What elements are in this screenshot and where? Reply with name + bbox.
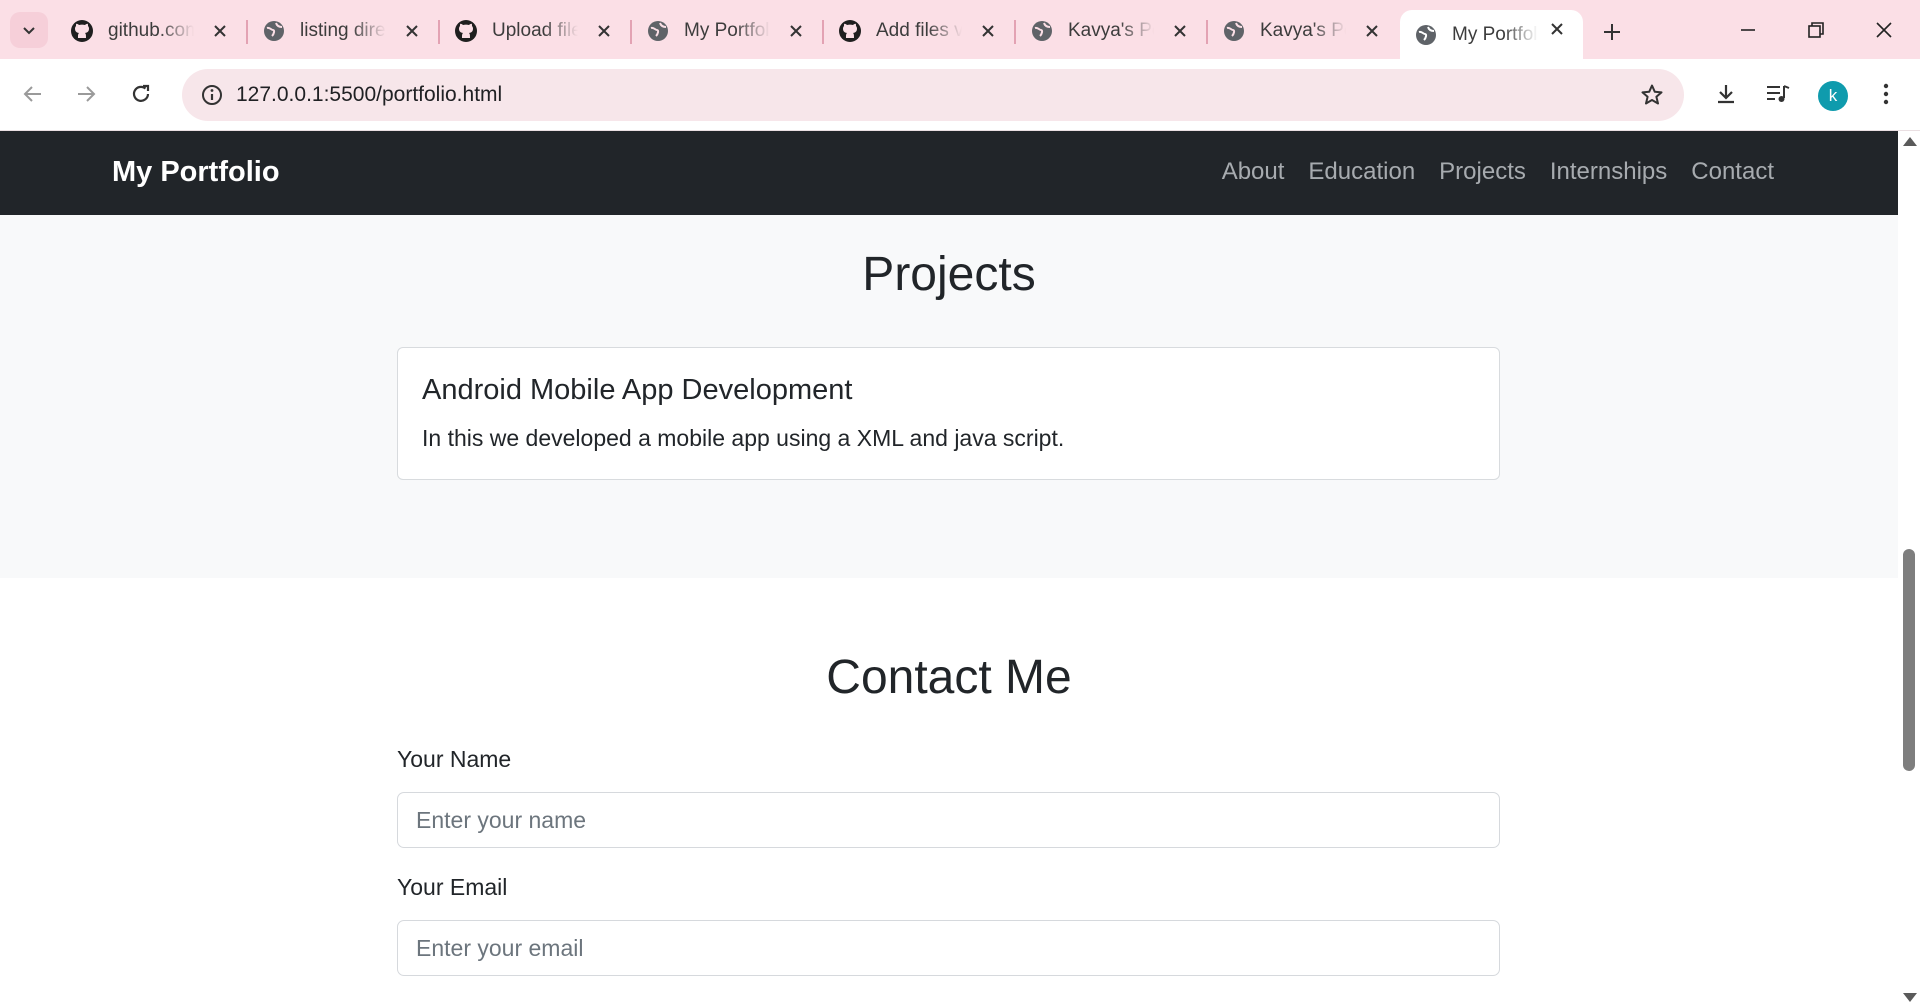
profile-avatar[interactable]: k [1818,81,1848,111]
contact-section: Contact Me Your Name Your Email [0,578,1898,1008]
close-icon[interactable] [786,21,806,41]
tab-7-active[interactable]: My Portfolio [1400,10,1583,59]
close-icon[interactable] [210,21,230,41]
tab-title: My Portfolio [1452,23,1538,45]
nav-link-projects[interactable]: Projects [1439,158,1526,186]
media-queue-icon [1767,85,1790,102]
kebab-menu-icon [1883,83,1889,105]
scrollbar-thumb[interactable] [1903,549,1915,771]
scroll-down-arrow-icon[interactable] [1903,993,1917,1002]
download-icon [1718,85,1734,104]
tab-title: listing directory [300,20,386,41]
tab-5[interactable]: Kavya's Portfolio [1016,12,1206,50]
tab-1[interactable]: listing directory [248,12,438,50]
back-button[interactable] [11,72,55,116]
site-info-icon[interactable] [194,77,230,113]
downloads-button[interactable] [1704,72,1748,116]
globe-icon [646,19,670,43]
name-label: Your Name [397,746,512,772]
tab-3[interactable]: My Portfolio [632,12,822,50]
tab-strip: github.com listing directory Upload file… [0,0,1920,59]
restore-icon [1808,21,1824,38]
globe-icon [1222,19,1246,43]
page-viewport: My Portfolio About Education Projects In… [0,131,1898,1008]
nav-links: About Education Projects Internships Con… [1222,158,1774,186]
scroll-up-arrow-icon[interactable] [1903,137,1917,146]
arrow-right-icon [78,86,96,102]
close-icon[interactable] [402,21,422,41]
reload-button[interactable] [119,72,163,116]
close-icon [1876,21,1892,38]
site-brand[interactable]: My Portfolio [112,156,280,189]
nav-link-contact[interactable]: Contact [1691,158,1774,186]
nav-link-about[interactable]: About [1222,158,1285,186]
close-icon[interactable] [594,21,614,41]
globe-icon [1414,23,1438,47]
tab-2[interactable]: Upload files [440,12,630,50]
github-icon [454,19,478,43]
tab-title: github.com [108,20,194,41]
close-window-button[interactable] [1850,0,1918,59]
restore-button[interactable] [1782,0,1850,59]
close-icon[interactable] [978,21,998,41]
tab-0[interactable]: github.com [56,12,246,50]
forward-button[interactable] [64,72,108,116]
project-card: Android Mobile App Development In this w… [397,347,1500,480]
tab-title: Kavya's Portfolio [1068,20,1154,41]
arrow-left-icon [23,86,41,102]
projects-section: Projects Android Mobile App Development … [0,215,1898,578]
globe-icon [1030,19,1054,43]
name-input[interactable] [397,792,1500,848]
projects-heading: Projects [862,248,1036,301]
tab-6[interactable]: Kavya's Portfolio [1208,12,1398,50]
project-card-text: In this we developed a mobile app using … [422,425,1065,451]
bookmark-star-icon[interactable] [1634,77,1670,113]
menu-button[interactable] [1864,72,1908,116]
tab-title: Add files via upload [876,20,962,41]
page-scrollbar[interactable] [1898,131,1920,1008]
reload-icon [132,84,150,102]
github-icon [838,19,862,43]
globe-icon [262,19,286,43]
site-navbar: My Portfolio About Education Projects In… [0,131,1898,215]
tab-title: My Portfolio [684,20,770,41]
close-icon[interactable] [1170,21,1190,41]
tab-4[interactable]: Add files via upload [824,12,1014,50]
plus-icon [1604,24,1620,40]
close-icon[interactable] [1362,21,1382,41]
contact-heading: Contact Me [826,651,1072,704]
email-label: Your Email [397,874,508,900]
tab-title: Upload files [492,20,578,41]
nav-link-education[interactable]: Education [1308,158,1415,186]
close-icon[interactable] [1547,19,1567,39]
browser-toolbar: 127.0.0.1:5500/portfolio.html k [0,59,1920,131]
project-card-title: Android Mobile App Development [422,374,853,406]
tab-title: Kavya's Portfolio [1260,20,1346,41]
minimize-icon [1741,28,1755,31]
chevron-down-icon [23,27,35,35]
media-controls-button[interactable] [1756,72,1800,116]
nav-link-internships[interactable]: Internships [1550,158,1667,186]
github-icon [70,19,94,43]
address-bar[interactable]: 127.0.0.1:5500/portfolio.html [182,69,1684,121]
url-text: 127.0.0.1:5500/portfolio.html [236,83,503,106]
new-tab-button[interactable] [1594,14,1630,50]
email-input[interactable] [397,920,1500,976]
minimize-button[interactable] [1714,0,1782,59]
tab-search-button[interactable] [10,12,48,48]
